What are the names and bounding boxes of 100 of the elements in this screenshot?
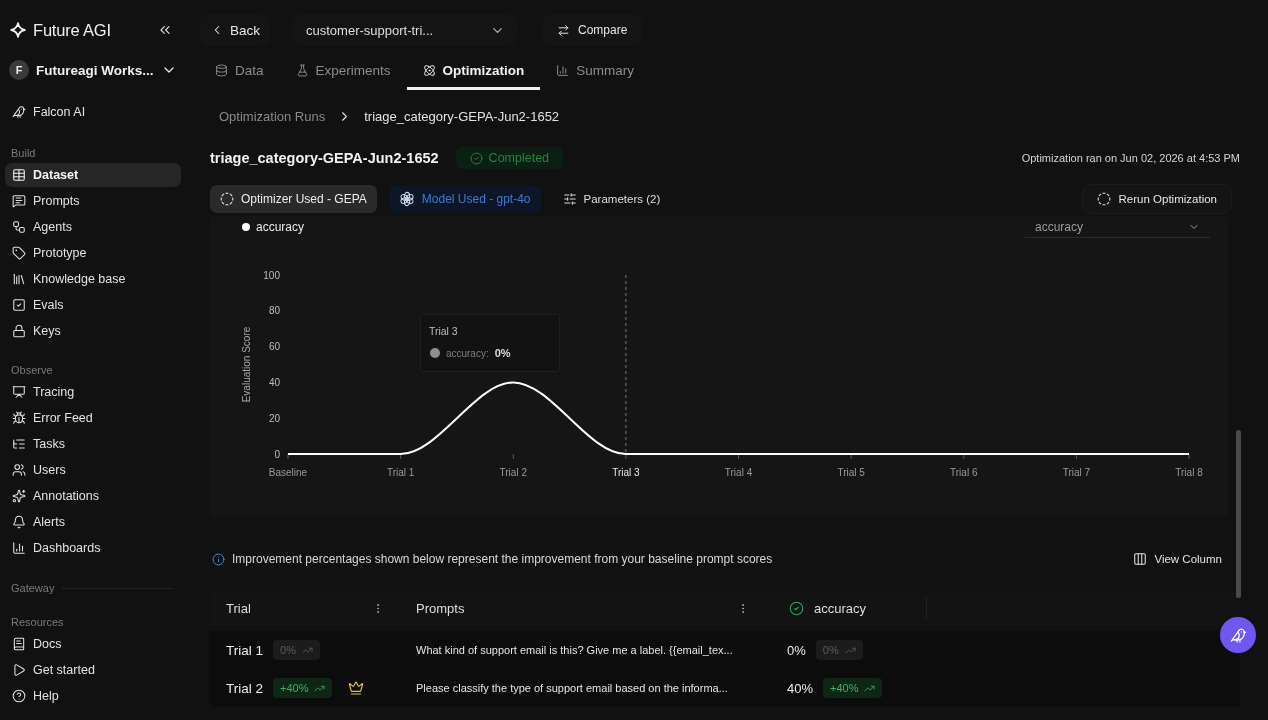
sidebar-item[interactable]: Falcon AI — [5, 100, 181, 124]
workflow-icon — [12, 220, 26, 234]
run-timestamp: Optimization ran on Jun 02, 2026 at 4:53 PM — [1021, 152, 1240, 164]
table-icon — [12, 168, 26, 182]
list-tree-icon — [12, 437, 26, 451]
bird-icon — [1229, 626, 1247, 644]
sidebar-item[interactable]: Keys — [5, 319, 181, 343]
bar-chart-icon — [12, 541, 26, 555]
sliders-icon — [562, 192, 577, 206]
breadcrumb-link[interactable]: Optimization Runs — [219, 108, 326, 124]
check-circle-icon — [789, 601, 804, 616]
flask-icon — [295, 63, 309, 77]
sidebar-item[interactable]: Dataset — [5, 163, 181, 187]
section-label: Gateway — [11, 582, 55, 594]
tab[interactable]: Experiments — [279, 50, 407, 90]
message-icon — [12, 194, 26, 208]
book-icon — [12, 637, 26, 651]
status-badge: Completed — [455, 147, 564, 169]
sidebar-item[interactable]: Prompts — [5, 189, 181, 213]
sidebar-item[interactable]: Users — [5, 458, 181, 482]
sidebar-item[interactable]: Dashboards — [5, 536, 181, 560]
bird-icon — [12, 105, 26, 119]
rosette-icon — [398, 191, 415, 207]
section-label: Resources — [11, 616, 64, 628]
x-tick-label: Trial 1 — [386, 467, 415, 478]
x-tick-label: Trial 6 — [950, 467, 978, 478]
tab[interactable]: Data — [199, 50, 280, 90]
tooltip-label: accuracy: — [445, 347, 489, 359]
workspace-switcher[interactable]: F Futureagi Works... — [5, 58, 181, 82]
info-icon — [212, 552, 225, 566]
workspace-name: Futureagi Works... — [36, 62, 154, 78]
column-header: Prompts — [416, 601, 465, 616]
info-chip[interactable]: Parameters (2) — [552, 185, 671, 213]
rerun-button[interactable]: Rerun Optimization — [1081, 184, 1232, 214]
sidebar-item[interactable]: Prototype — [5, 241, 181, 265]
sidebar-item[interactable]: Agents — [5, 215, 181, 239]
info-chip[interactable]: Model Used - gpt-4o — [388, 185, 541, 213]
table-cell: Trial 1 — [226, 642, 263, 658]
bell-icon — [12, 515, 26, 529]
books-icon — [12, 272, 26, 286]
tag-icon — [12, 246, 26, 260]
x-tick-label: Baseline — [268, 467, 308, 478]
sidebar-item[interactable]: Evals — [5, 293, 181, 317]
table-cell: What kind of support email is this? Give me a label. {{email_tex... — [416, 644, 733, 656]
table-cell: Trial 2 — [226, 680, 263, 696]
users-icon — [12, 463, 26, 477]
table-cell: 0% — [787, 642, 806, 658]
x-tick-label: Trial 8 — [1175, 467, 1203, 478]
sidebar-item[interactable]: Get started — [5, 658, 181, 682]
sidebar-item[interactable]: Error Feed — [5, 406, 181, 430]
bug-icon — [12, 411, 26, 425]
improvement-badge: +40% — [823, 678, 883, 698]
sidebar-item[interactable]: Annotations — [5, 484, 181, 508]
metric-dropdown[interactable]: accuracy — [1025, 216, 1210, 238]
y-tick-label: 100 — [263, 269, 280, 281]
x-tick-label: Trial 3 — [612, 467, 640, 478]
legend-dot-icon — [242, 223, 250, 231]
legend-label: accuracy — [256, 220, 305, 234]
notice-text: Improvement percentages shown below represent the improvement from your baseline prompt scores — [232, 552, 773, 566]
info-chip[interactable]: Optimizer Used - GEPA — [210, 185, 377, 213]
sidebar-item[interactable]: Tasks — [5, 432, 181, 456]
section-label: Build — [11, 147, 36, 159]
play-icon — [12, 663, 26, 677]
columns-icon — [1133, 552, 1148, 566]
improvement-badge: +40% — [273, 678, 333, 698]
assistant-button[interactable] — [1220, 617, 1256, 653]
swap-arrows-icon — [557, 23, 570, 37]
tooltip-value: 0% — [494, 347, 511, 359]
scrollbar-thumb[interactable] — [1236, 430, 1241, 598]
sidebar-item[interactable]: Knowledge base — [5, 267, 181, 291]
y-tick-label: 20 — [268, 412, 280, 424]
sidebar-item[interactable]: Tracing — [5, 380, 181, 404]
breadcrumb-current: triage_category-GEPA-Jun2-1652 — [364, 108, 560, 124]
database-icon — [215, 63, 228, 77]
section-label: Observe — [11, 364, 53, 376]
axis-title: Evaluation Score — [241, 326, 252, 403]
workspace-avatar: F — [9, 60, 29, 80]
sidebar-item[interactable]: Docs — [5, 632, 181, 656]
check-square-icon — [12, 298, 26, 312]
sidebar-item[interactable]: Alerts — [5, 510, 181, 534]
tab[interactable]: Optimization — [406, 50, 541, 90]
sparkle-icon — [10, 22, 26, 38]
x-tick-label: Trial 7 — [1062, 467, 1091, 478]
x-tick-label: Trial 5 — [837, 467, 865, 478]
column-header: Trial — [226, 601, 251, 616]
lock-icon — [12, 324, 26, 338]
sidebar-item[interactable]: Help — [5, 684, 181, 708]
atom-icon — [422, 63, 436, 77]
tab[interactable]: Summary — [540, 50, 651, 90]
improvement-badge: 0% — [815, 640, 863, 660]
view-column-button[interactable]: View Column — [1123, 545, 1232, 573]
presentation-icon — [12, 385, 26, 399]
dot-icon — [429, 348, 440, 358]
dashed-circle-icon — [1096, 192, 1111, 206]
tooltip-title: Trial 3 — [428, 325, 459, 337]
bar-chart-icon — [556, 63, 570, 77]
help-icon — [12, 689, 26, 703]
y-tick-label: 0 — [274, 448, 280, 460]
dashed-circle-icon — [220, 192, 234, 206]
table-cell: 40% — [787, 680, 814, 696]
